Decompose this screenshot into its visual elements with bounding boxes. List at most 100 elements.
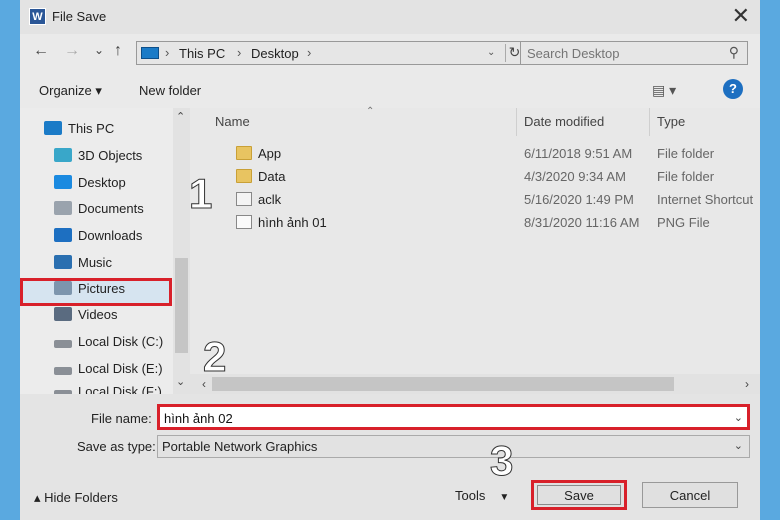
sidebar-item-label: Videos (78, 307, 118, 322)
cube-icon (54, 148, 72, 162)
tools-button[interactable]: Tools ▼ (455, 488, 509, 503)
organize-button[interactable]: Organize ▾ (39, 83, 102, 99)
sidebar-item-label: This PC (68, 121, 115, 136)
sidebar-item-local-disk-c[interactable]: Local Disk (C:) (54, 334, 163, 354)
sidebar-item-label: Desktop (78, 175, 126, 190)
scrollbar-thumb[interactable] (212, 377, 674, 391)
breadcrumb-this-pc[interactable]: This PC (179, 46, 225, 61)
column-divider[interactable] (516, 108, 517, 136)
column-header-type[interactable]: Type (657, 114, 685, 129)
sidebar-item-pictures[interactable]: Pictures (54, 281, 125, 301)
file-date: 4/3/2020 9:34 AM (524, 169, 626, 184)
sidebar-item-label: 3D Objects (78, 148, 143, 163)
up-arrow-icon[interactable]: ↑ (114, 42, 122, 60)
search-icon[interactable]: ⚲ (729, 44, 739, 61)
column-divider[interactable] (649, 108, 650, 136)
sidebar-item-label: Documents (78, 201, 144, 216)
desktop-icon (54, 175, 72, 189)
command-toolbar: Organize ▾ New folder ▤ ▾ ? (20, 72, 760, 108)
sidebar-item-downloads[interactable]: Downloads (54, 228, 142, 248)
forward-arrow-icon[interactable]: → (64, 42, 80, 60)
file-row[interactable]: App 6/11/2018 9:51 AM File folder (190, 143, 760, 165)
sidebar-item-this-pc[interactable]: This PC (44, 121, 114, 141)
new-folder-button[interactable]: New folder (139, 83, 201, 98)
pc-icon (141, 47, 159, 59)
chevron-right-icon: › (165, 45, 170, 60)
file-name: App (258, 146, 282, 161)
chevron-down-icon[interactable]: ⌄ (734, 439, 743, 452)
sidebar-item-label: Pictures (78, 281, 125, 296)
hide-folders-button[interactable]: ▴ Hide Folders (34, 490, 118, 506)
save-as-type-value: Portable Network Graphics (162, 439, 318, 454)
scroll-down-icon[interactable]: ⌄ (176, 375, 185, 388)
chevron-down-icon: ▼ (499, 492, 510, 503)
view-options-icon[interactable]: ▤ ▾ (652, 82, 676, 99)
scroll-up-icon[interactable]: ⌃ (176, 110, 185, 123)
file-name: aclk (258, 192, 282, 207)
file-date: 6/11/2018 9:51 AM (524, 146, 633, 161)
sidebar-item-videos[interactable]: Videos (54, 307, 118, 327)
scroll-right-icon[interactable]: › (745, 377, 749, 391)
address-bar[interactable]: › This PC › Desktop › ⌄ ↻ (136, 41, 524, 65)
file-save-dialog: W File Save ✕ ← → ⌄ ↑ › This PC › Deskto… (20, 0, 760, 520)
save-as-type-select[interactable]: Portable Network Graphics ⌄ (157, 435, 750, 458)
sidebar-item-label: Local Disk (F:) (78, 384, 162, 394)
file-name: hình ảnh 01 (258, 215, 327, 230)
help-icon[interactable]: ? (723, 79, 743, 99)
chevron-down-icon: ▾ (95, 83, 102, 98)
file-name-input[interactable] (164, 410, 724, 426)
chevron-right-icon: › (237, 45, 242, 60)
step-1-marker: 1 (188, 170, 213, 218)
sidebar-item-music[interactable]: Music (54, 255, 112, 275)
navigation-scrollbar[interactable]: ⌃ ⌄ (173, 108, 190, 394)
file-name: Data (258, 169, 286, 184)
organize-label: Organize (39, 83, 92, 98)
chevron-down-icon[interactable]: ⌄ (734, 411, 743, 424)
step-2-marker: 2 (202, 333, 227, 381)
horizontal-scrollbar[interactable]: ‹ › (190, 374, 760, 394)
file-row[interactable]: hình ảnh 01 8/31/2020 11:16 AM PNG File (190, 212, 760, 234)
save-button[interactable]: Save (531, 480, 627, 510)
column-header-date[interactable]: Date modified (524, 114, 604, 129)
downloads-icon (54, 228, 72, 242)
file-type: File folder (657, 146, 715, 161)
step-3-marker: 3 (489, 437, 514, 485)
sidebar-item-label: Local Disk (E:) (78, 361, 163, 376)
sidebar-item-label: Music (78, 255, 112, 270)
sidebar-item-desktop[interactable]: Desktop (54, 175, 126, 195)
column-header-name[interactable]: Name (215, 114, 250, 129)
file-type: PNG File (657, 215, 710, 230)
word-app-icon: W (29, 8, 46, 25)
sidebar-item-local-disk-e[interactable]: Local Disk (E:) (54, 361, 163, 381)
back-arrow-icon[interactable]: ← (33, 42, 49, 60)
sort-ascending-icon: ⌃ (366, 106, 375, 117)
navigation-bar: ← → ⌄ ↑ › This PC › Desktop › ⌄ ↻ ⚲ (20, 38, 760, 68)
scrollbar-thumb[interactable] (175, 258, 188, 353)
file-row[interactable]: aclk 5/16/2020 1:49 PM Internet Shortcut (190, 189, 760, 211)
sidebar-item-label: Local Disk (C:) (78, 334, 164, 349)
search-box[interactable]: ⚲ (520, 41, 748, 65)
music-icon (54, 255, 72, 269)
chevron-right-icon: › (307, 45, 312, 60)
file-type: File folder (657, 169, 715, 184)
pictures-icon (54, 281, 72, 295)
file-list: ⌃ Name Date modified Type App 6/11/2018 … (190, 106, 760, 394)
sidebar-item-documents[interactable]: Documents (54, 201, 144, 221)
sidebar-item-3d-objects[interactable]: 3D Objects (54, 148, 142, 168)
title-bar: W File Save ✕ (20, 0, 760, 34)
recent-locations-icon[interactable]: ⌄ (94, 43, 104, 57)
sidebar-item-local-disk-f[interactable]: Local Disk (F:) (54, 384, 162, 394)
address-dropdown-icon[interactable]: ⌄ (487, 47, 495, 58)
breadcrumb-desktop[interactable]: Desktop (251, 46, 299, 61)
save-label: Save (537, 485, 621, 505)
videos-icon (54, 307, 72, 321)
internet-shortcut-icon (236, 192, 252, 206)
search-input[interactable] (527, 45, 717, 61)
drive-icon (54, 340, 72, 348)
file-type: Internet Shortcut (657, 192, 754, 207)
file-row[interactable]: Data 4/3/2020 9:34 AM File folder (190, 166, 760, 188)
sidebar-item-label: Downloads (78, 228, 143, 243)
file-name-field[interactable]: ⌄ (157, 404, 750, 430)
cancel-button[interactable]: Cancel (642, 482, 738, 508)
close-icon[interactable]: ✕ (732, 4, 750, 28)
